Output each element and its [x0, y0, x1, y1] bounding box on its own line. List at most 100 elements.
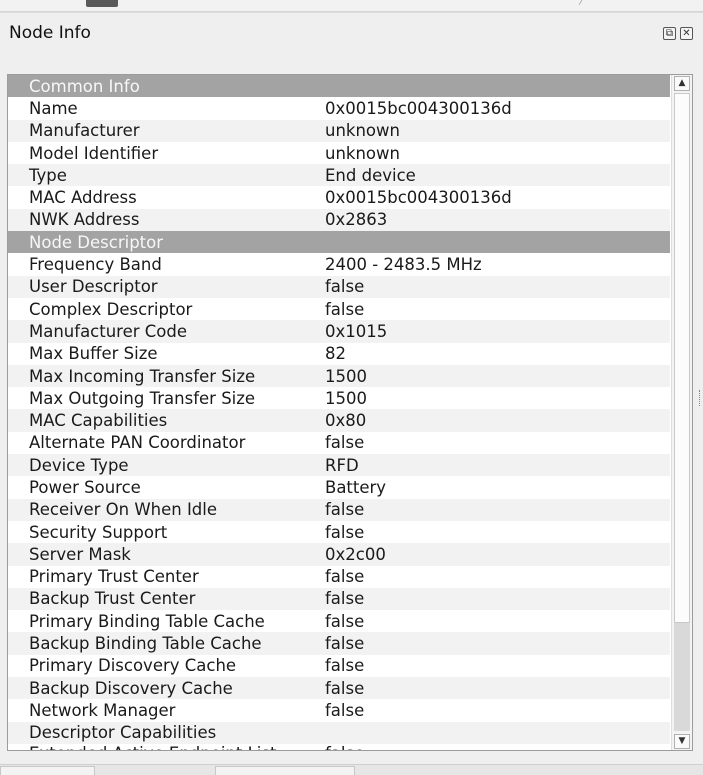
property-row[interactable]: Power Source Battery	[8, 476, 670, 498]
close-panel-button[interactable]: ✕	[680, 27, 693, 40]
property-name: Security Support	[29, 522, 168, 542]
property-name: Primary Discovery Cache	[29, 656, 237, 676]
property-row[interactable]: Model Identifier unknown	[8, 142, 670, 164]
property-value: unknown	[325, 143, 400, 163]
close-icon: ✕	[682, 28, 691, 39]
property-row[interactable]: Device Type RFD	[8, 454, 670, 477]
property-name: Complex Descriptor	[29, 299, 193, 319]
scrollbar-track[interactable]	[674, 623, 690, 731]
toolbar-icon-fragment	[86, 0, 118, 7]
property-row[interactable]: Extended Active Endpoint Listfalse	[8, 744, 670, 750]
property-row[interactable]: Type End device	[8, 164, 670, 187]
property-value: 0x2863	[325, 210, 388, 230]
property-row[interactable]: Alternate PAN Coordinator false	[8, 432, 670, 454]
property-value: 82	[325, 344, 346, 364]
property-value: End device	[325, 165, 416, 185]
property-value: false	[325, 656, 365, 676]
property-row[interactable]: Primary Trust Center false	[8, 566, 670, 588]
arrow-down-icon: ▼	[678, 736, 686, 746]
property-row[interactable]: MAC Capabilities 0x80	[8, 409, 670, 432]
property-name: Max Buffer Size	[29, 344, 158, 364]
property-name: Frequency Band	[29, 255, 162, 275]
property-row[interactable]: Manufacturer unknown	[8, 119, 670, 142]
dock-splitter-handle[interactable]	[699, 390, 703, 406]
property-row[interactable]: Backup Trust Center false	[8, 587, 670, 611]
bottom-tab-bar	[0, 764, 703, 775]
property-value: 0x1015	[325, 321, 388, 341]
scrollbar-thumb[interactable]	[674, 93, 690, 623]
property-name: Server Mask	[29, 544, 131, 564]
tree-rows: Common Info Name 0x0015bc004300136d Manufac…	[8, 75, 670, 750]
property-value: false	[325, 522, 365, 542]
property-name: Power Source	[29, 477, 141, 497]
property-row[interactable]: Max Incoming Transfer Size 1500	[8, 364, 670, 388]
property-row[interactable]: Complex Descriptor false	[8, 298, 670, 320]
property-value: false	[325, 634, 365, 654]
property-name: Descriptor Capabilities	[29, 723, 217, 743]
property-value: false	[325, 500, 365, 520]
scroll-up-button[interactable]: ▲	[674, 76, 690, 91]
top-toolbar-strip	[0, 0, 703, 12]
property-value: false	[325, 567, 365, 587]
property-name: Manufacturer	[29, 121, 140, 141]
property-row[interactable]: Primary Discovery Cache false	[8, 655, 670, 677]
property-value: 1500	[325, 388, 367, 408]
vertical-scrollbar[interactable]: ▲ ▼	[671, 75, 692, 750]
property-name: User Descriptor	[29, 277, 158, 297]
node-info-tree[interactable]: Common Info Name 0x0015bc004300136d Manufac…	[7, 74, 693, 751]
property-row[interactable]: Primary Binding Table Cache false	[8, 610, 670, 632]
property-row[interactable]: Max Outgoing Transfer Size 1500	[8, 387, 670, 409]
property-name: Primary Trust Center	[29, 567, 199, 587]
property-value: false	[325, 299, 365, 319]
property-name: Model Identifier	[29, 143, 159, 163]
property-name: Primary Binding Table Cache	[29, 611, 265, 631]
property-value: 0x0015bc004300136d	[325, 98, 512, 118]
property-name: Backup Binding Table Cache	[29, 634, 262, 654]
property-name: Device Type	[29, 455, 129, 475]
property-value: false	[325, 433, 365, 453]
section-header[interactable]: Node Descriptor	[8, 231, 670, 254]
property-name: Alternate PAN Coordinator	[29, 433, 246, 453]
property-name: Type	[29, 165, 67, 185]
property-row[interactable]: Max Buffer Size 82	[8, 343, 670, 365]
float-panel-button[interactable]: ⧉	[663, 27, 676, 40]
property-row[interactable]: Backup Binding Table Cache false	[8, 632, 670, 655]
property-name: Max Outgoing Transfer Size	[29, 388, 256, 408]
section-label: Common Info	[29, 76, 140, 96]
property-value: false	[325, 678, 365, 698]
toolbar-separator-fragment	[578, 0, 593, 5]
dock-title: Node Info	[9, 23, 91, 43]
property-row[interactable]: Server Mask 0x2c00	[8, 543, 670, 566]
property-name: Manufacturer Code	[29, 321, 188, 341]
property-name: Extended Active Endpoint List	[8, 744, 325, 750]
property-row[interactable]: Security Support false	[8, 521, 670, 543]
float-icon: ⧉	[665, 28, 674, 39]
property-row[interactable]: Name 0x0015bc004300136d	[8, 97, 670, 119]
property-value: false	[325, 700, 365, 720]
property-row[interactable]: Network Manager false	[8, 699, 670, 721]
property-name: MAC Capabilities	[29, 411, 168, 431]
property-row[interactable]: Frequency Band 2400 - 2483.5 MHz	[8, 253, 670, 275]
property-value: false	[325, 744, 364, 750]
property-value: unknown	[325, 121, 400, 141]
dock-controls: ⧉ ✕	[663, 27, 693, 40]
property-value: 1500	[325, 366, 367, 386]
scroll-down-button[interactable]: ▼	[674, 734, 690, 749]
property-row[interactable]: Backup Discovery Cache false	[8, 677, 670, 700]
property-value: 2400 - 2483.5 MHz	[325, 255, 482, 275]
property-row[interactable]: Descriptor Capabilities	[8, 721, 670, 744]
property-row[interactable]: NWK Address 0x2863	[8, 208, 670, 232]
section-header[interactable]: Common Info	[8, 75, 670, 98]
property-value: false	[325, 277, 365, 297]
property-row[interactable]: Manufacturer Code 0x1015	[8, 320, 670, 343]
property-name: Max Incoming Transfer Size	[29, 366, 256, 386]
property-value: RFD	[325, 455, 359, 475]
property-name: Backup Trust Center	[29, 589, 196, 609]
property-row[interactable]: MAC Address 0x0015bc004300136d	[8, 186, 670, 208]
section-label: Node Descriptor	[29, 232, 164, 252]
property-row[interactable]: Receiver On When Idle false	[8, 498, 670, 521]
property-row[interactable]: User Descriptor false	[8, 275, 670, 298]
property-name: Name	[29, 98, 78, 118]
property-value: 0x0015bc004300136d	[325, 188, 512, 208]
property-name: MAC Address	[29, 188, 137, 208]
